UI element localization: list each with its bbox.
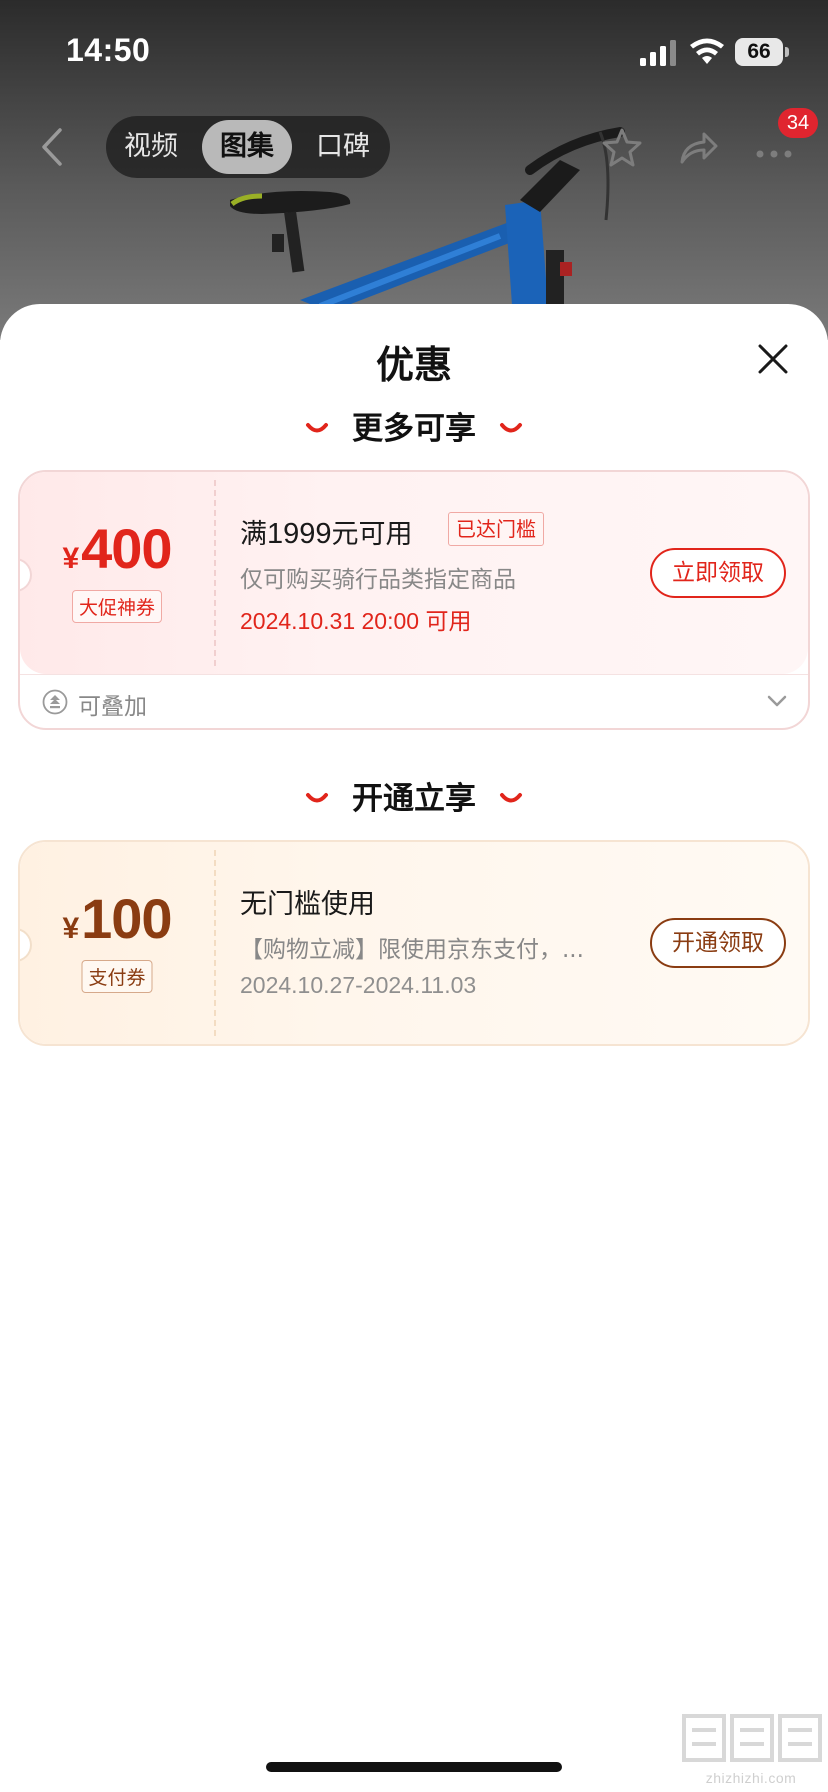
section-heading-open: 开通立享	[0, 774, 828, 824]
coupon-description: 仅可购买骑行品类指定商品	[240, 567, 516, 593]
status-bar: 14:50 66	[0, 0, 828, 100]
coupon-type-label: 支付券	[81, 960, 153, 993]
coupon-title: 无门槛使用	[240, 889, 375, 920]
battery-indicator: 66	[735, 38, 783, 66]
coupon-type-box: 支付券	[20, 842, 214, 1044]
share-icon[interactable]	[676, 126, 720, 170]
watermark: zhizhizhi.com	[676, 1708, 826, 1792]
coupon-type-label: 大促神券	[71, 590, 163, 623]
section-heading-more: 更多可享	[0, 404, 828, 454]
coupon-valid-time: 2024.10.27-2024.11.03	[240, 972, 477, 998]
battery-tip	[785, 47, 789, 57]
smile-decoration-icon	[500, 793, 523, 803]
coupon-valid-time: 2024.10.31 20:00 可用	[240, 608, 472, 634]
tab-gallery[interactable]: 图集	[202, 120, 292, 174]
section-heading-label: 开通立享	[352, 781, 476, 817]
claim-now-button[interactable]: 立即领取	[650, 548, 786, 598]
coupon-card-payment: ¥100 支付券 无门槛使用 【购物立减】限使用京东支付，... 2024.10…	[18, 840, 810, 1046]
open-and-claim-button[interactable]: 开通领取	[650, 918, 786, 968]
sheet-title: 优惠	[375, 343, 452, 387]
watermark-text: zhizhizhi.com	[705, 1770, 797, 1786]
threshold-prefix: 满	[240, 519, 267, 550]
smile-decoration-icon	[305, 793, 328, 803]
coupon-sheet: 优惠 更多可享 ¥400 大促神券 满1999元可用 已达门槛 仅可购买骑行品类…	[0, 304, 828, 1792]
product-top-nav: 视频 图集 口碑 34	[0, 108, 828, 182]
section-heading-label: 更多可享	[352, 411, 476, 447]
status-badge: 已达门槛	[448, 512, 544, 546]
stackable-icon	[42, 689, 68, 715]
coupon-threshold: 满1999元可用	[240, 512, 413, 551]
watermark-logo-icon	[682, 1714, 822, 1762]
tab-video[interactable]: 视频	[106, 120, 196, 174]
star-icon[interactable]	[600, 126, 644, 170]
stackable-row[interactable]: 可叠加	[20, 674, 808, 728]
home-indicator[interactable]	[266, 1762, 562, 1772]
coupon-divider	[214, 480, 216, 666]
status-time: 14:50	[66, 32, 151, 68]
coupon-divider	[214, 850, 216, 1036]
signal-icon	[640, 40, 676, 66]
back-chevron-icon[interactable]	[36, 126, 70, 168]
coupon-body: ¥100 支付券 无门槛使用 【购物立减】限使用京东支付，... 2024.10…	[20, 842, 808, 1044]
tab-reviews[interactable]: 口碑	[298, 120, 388, 174]
wifi-icon	[690, 38, 724, 64]
smile-decoration-icon	[305, 423, 328, 433]
media-tab-switcher: 视频 图集 口碑	[106, 116, 390, 178]
smile-decoration-icon	[500, 423, 523, 433]
coupon-description: 【购物立减】限使用京东支付，...	[240, 937, 584, 963]
chevron-down-icon[interactable]	[766, 693, 788, 709]
threshold-number: 1999	[267, 518, 332, 550]
message-count-badge: 34	[778, 108, 818, 138]
stackable-label: 可叠加	[78, 694, 147, 720]
coupon-card-promo: ¥400 大促神券 满1999元可用 已达门槛 仅可购买骑行品类指定商品 202…	[18, 470, 810, 730]
coupon-body: ¥400 大促神券 满1999元可用 已达门槛 仅可购买骑行品类指定商品 202…	[20, 472, 808, 674]
coupon-type-box: 大促神券	[20, 472, 214, 674]
close-icon[interactable]	[756, 342, 790, 376]
threshold-suffix: 元可用	[331, 519, 413, 550]
